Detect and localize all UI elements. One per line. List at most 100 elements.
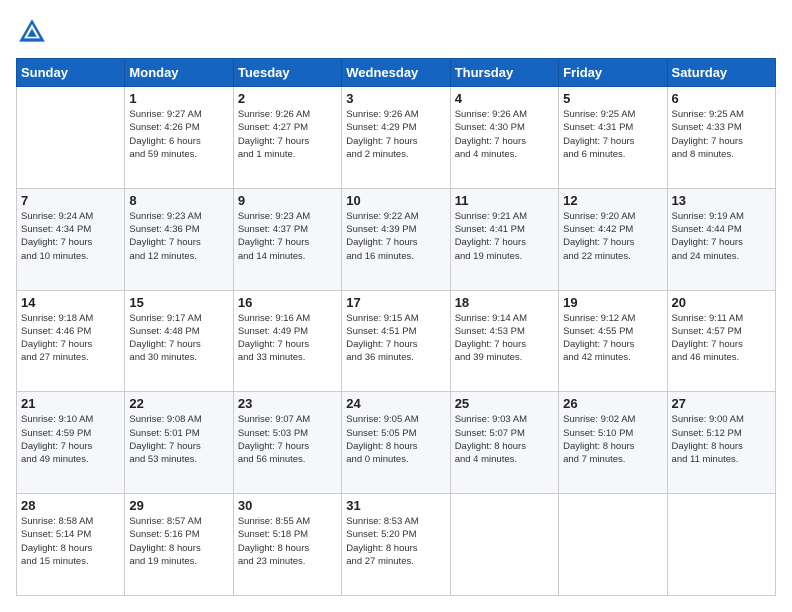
day-cell: 3 Sunrise: 9:26 AM Sunset: 4:29 PM Daylig… [342,87,450,189]
day-number: 8 [129,193,228,208]
day-cell: 2Sunrise: 9:26 AM Sunset: 4:27 PM Daylig… [233,87,341,189]
page: SundayMondayTuesdayWednesdayThursdayFrid… [0,0,792,612]
day-cell [17,87,125,189]
day-info: Sunrise: 9:14 AM Sunset: 4:53 PM Dayligh… [455,312,554,365]
week-row: 28 Sunrise: 8:58 AM Sunset: 5:14 PM Dayli… [17,494,776,596]
day-cell: 29 Sunrise: 8:57 AM Sunset: 5:16 PM Dayli… [125,494,233,596]
day-info: Sunrise: 9:23 AM Sunset: 4:36 PM Dayligh… [129,210,228,263]
day-number: 16 [238,295,337,310]
day-number: 14 [21,295,120,310]
day-cell: 23 Sunrise: 9:07 AM Sunset: 5:03 PM Dayli… [233,392,341,494]
logo [16,16,52,48]
day-number: 7 [21,193,120,208]
day-number: 4 [455,91,554,106]
day-number: 10 [346,193,445,208]
day-info: Sunrise: 9:00 AM Sunset: 5:12 PM Dayligh… [672,413,771,466]
day-number: 29 [129,498,228,513]
day-info: Sunrise: 9:25 AM Sunset: 4:33 PM Dayligh… [672,108,771,161]
week-row: 7 Sunrise: 9:24 AM Sunset: 4:34 PM Daylig… [17,188,776,290]
week-row: 1Sunrise: 9:27 AM Sunset: 4:26 PM Daylig… [17,87,776,189]
day-number: 20 [672,295,771,310]
day-number: 5 [563,91,662,106]
day-info: Sunrise: 9:02 AM Sunset: 5:10 PM Dayligh… [563,413,662,466]
day-cell: 12 Sunrise: 9:20 AM Sunset: 4:42 PM Dayli… [559,188,667,290]
day-info: Sunrise: 8:55 AM Sunset: 5:18 PM Dayligh… [238,515,337,568]
day-number: 1 [129,91,228,106]
day-number: 28 [21,498,120,513]
day-cell: 18 Sunrise: 9:14 AM Sunset: 4:53 PM Dayli… [450,290,558,392]
day-cell: 16 Sunrise: 9:16 AM Sunset: 4:49 PM Dayli… [233,290,341,392]
day-header: Thursday [450,59,558,87]
day-info: Sunrise: 9:11 AM Sunset: 4:57 PM Dayligh… [672,312,771,365]
day-header: Wednesday [342,59,450,87]
day-info: Sunrise: 9:15 AM Sunset: 4:51 PM Dayligh… [346,312,445,365]
day-info: Sunrise: 8:53 AM Sunset: 5:20 PM Dayligh… [346,515,445,568]
day-info: Sunrise: 9:12 AM Sunset: 4:55 PM Dayligh… [563,312,662,365]
day-number: 26 [563,396,662,411]
day-cell [667,494,775,596]
calendar-header-row: SundayMondayTuesdayWednesdayThursdayFrid… [17,59,776,87]
day-cell [559,494,667,596]
day-number: 27 [672,396,771,411]
day-number: 11 [455,193,554,208]
day-number: 23 [238,396,337,411]
day-info: Sunrise: 8:58 AM Sunset: 5:14 PM Dayligh… [21,515,120,568]
day-header: Monday [125,59,233,87]
logo-icon [16,16,48,48]
week-row: 14 Sunrise: 9:18 AM Sunset: 4:46 PM Dayli… [17,290,776,392]
day-cell: 7 Sunrise: 9:24 AM Sunset: 4:34 PM Daylig… [17,188,125,290]
day-cell: 31Sunrise: 8:53 AM Sunset: 5:20 PM Dayli… [342,494,450,596]
day-cell: 26 Sunrise: 9:02 AM Sunset: 5:10 PM Dayli… [559,392,667,494]
day-info: Sunrise: 9:25 AM Sunset: 4:31 PM Dayligh… [563,108,662,161]
day-number: 22 [129,396,228,411]
day-info: Sunrise: 9:26 AM Sunset: 4:30 PM Dayligh… [455,108,554,161]
day-cell: 19Sunrise: 9:12 AM Sunset: 4:55 PM Dayli… [559,290,667,392]
day-cell: 17 Sunrise: 9:15 AM Sunset: 4:51 PM Dayli… [342,290,450,392]
day-cell: 6 Sunrise: 9:25 AM Sunset: 4:33 PM Daylig… [667,87,775,189]
day-cell: 15 Sunrise: 9:17 AM Sunset: 4:48 PM Dayli… [125,290,233,392]
header [16,16,776,48]
day-header: Tuesday [233,59,341,87]
day-cell: 5 Sunrise: 9:25 AM Sunset: 4:31 PM Daylig… [559,87,667,189]
day-number: 3 [346,91,445,106]
day-info: Sunrise: 9:21 AM Sunset: 4:41 PM Dayligh… [455,210,554,263]
day-cell: 22 Sunrise: 9:08 AM Sunset: 5:01 PM Dayli… [125,392,233,494]
day-info: Sunrise: 9:19 AM Sunset: 4:44 PM Dayligh… [672,210,771,263]
day-info: Sunrise: 9:26 AM Sunset: 4:27 PM Dayligh… [238,108,337,161]
day-number: 18 [455,295,554,310]
day-cell: 1Sunrise: 9:27 AM Sunset: 4:26 PM Daylig… [125,87,233,189]
day-info: Sunrise: 9:07 AM Sunset: 5:03 PM Dayligh… [238,413,337,466]
day-info: Sunrise: 9:17 AM Sunset: 4:48 PM Dayligh… [129,312,228,365]
day-cell: 13Sunrise: 9:19 AM Sunset: 4:44 PM Dayli… [667,188,775,290]
day-cell: 11 Sunrise: 9:21 AM Sunset: 4:41 PM Dayli… [450,188,558,290]
day-info: Sunrise: 9:23 AM Sunset: 4:37 PM Dayligh… [238,210,337,263]
day-header: Friday [559,59,667,87]
day-cell: 9Sunrise: 9:23 AM Sunset: 4:37 PM Daylig… [233,188,341,290]
day-number: 30 [238,498,337,513]
day-info: Sunrise: 9:08 AM Sunset: 5:01 PM Dayligh… [129,413,228,466]
day-cell [450,494,558,596]
day-header: Sunday [17,59,125,87]
day-info: Sunrise: 9:16 AM Sunset: 4:49 PM Dayligh… [238,312,337,365]
calendar-table: SundayMondayTuesdayWednesdayThursdayFrid… [16,58,776,596]
day-info: Sunrise: 8:57 AM Sunset: 5:16 PM Dayligh… [129,515,228,568]
day-cell: 8 Sunrise: 9:23 AM Sunset: 4:36 PM Daylig… [125,188,233,290]
day-cell: 24Sunrise: 9:05 AM Sunset: 5:05 PM Dayli… [342,392,450,494]
day-number: 6 [672,91,771,106]
day-cell: 10 Sunrise: 9:22 AM Sunset: 4:39 PM Dayli… [342,188,450,290]
day-info: Sunrise: 9:26 AM Sunset: 4:29 PM Dayligh… [346,108,445,161]
day-info: Sunrise: 9:22 AM Sunset: 4:39 PM Dayligh… [346,210,445,263]
day-number: 15 [129,295,228,310]
day-info: Sunrise: 9:03 AM Sunset: 5:07 PM Dayligh… [455,413,554,466]
day-info: Sunrise: 9:24 AM Sunset: 4:34 PM Dayligh… [21,210,120,263]
day-cell: 4 Sunrise: 9:26 AM Sunset: 4:30 PM Daylig… [450,87,558,189]
day-info: Sunrise: 9:20 AM Sunset: 4:42 PM Dayligh… [563,210,662,263]
day-info: Sunrise: 9:18 AM Sunset: 4:46 PM Dayligh… [21,312,120,365]
day-cell: 20 Sunrise: 9:11 AM Sunset: 4:57 PM Dayli… [667,290,775,392]
day-cell: 28 Sunrise: 8:58 AM Sunset: 5:14 PM Dayli… [17,494,125,596]
day-number: 12 [563,193,662,208]
day-number: 17 [346,295,445,310]
day-info: Sunrise: 9:10 AM Sunset: 4:59 PM Dayligh… [21,413,120,466]
day-number: 21 [21,396,120,411]
day-number: 24 [346,396,445,411]
